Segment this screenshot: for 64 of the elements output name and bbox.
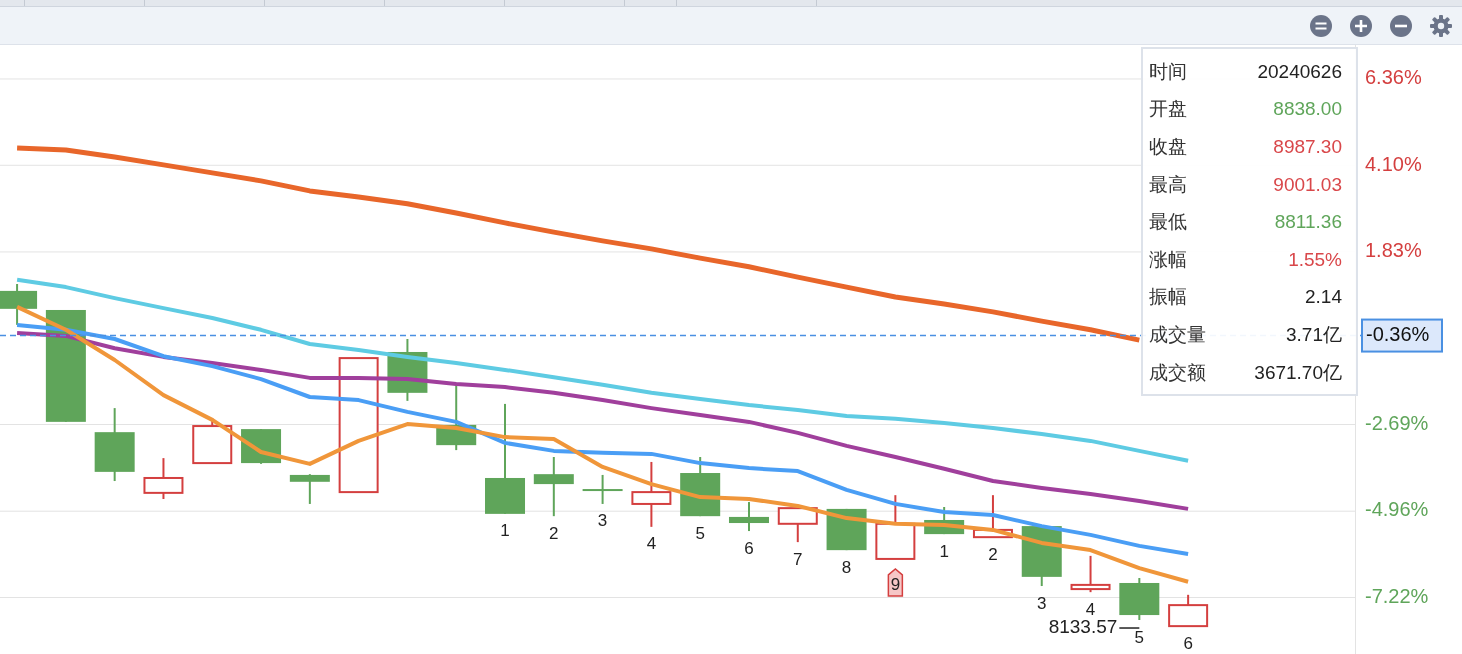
minus-icon[interactable] bbox=[1390, 14, 1412, 37]
tooltip-value: 1.55% bbox=[1287, 248, 1342, 271]
count-label: 5 bbox=[1134, 627, 1145, 647]
candlestick bbox=[631, 460, 672, 528]
candlestick bbox=[875, 494, 916, 560]
axis-label: -2.69% bbox=[1365, 411, 1429, 434]
axis-label: 1.83% bbox=[1365, 239, 1422, 262]
plus-icon[interactable] bbox=[1350, 14, 1372, 37]
count-label: 6 bbox=[1183, 633, 1193, 653]
candlestick bbox=[1119, 577, 1160, 621]
tooltip-value: 3.71亿 bbox=[1285, 322, 1342, 347]
candlestick bbox=[143, 457, 184, 500]
axis-label: -4.96% bbox=[1365, 498, 1429, 521]
settings-icon[interactable] bbox=[1430, 14, 1452, 37]
tooltip-label: 成交额 bbox=[1149, 360, 1206, 385]
candlestick bbox=[387, 338, 428, 402]
count-label: 8 bbox=[841, 557, 852, 577]
tooltip-label: 振幅 bbox=[1149, 285, 1188, 310]
candlestick bbox=[0, 283, 38, 326]
candlestick bbox=[436, 383, 477, 452]
count-label: 2 bbox=[988, 544, 998, 564]
candlestick bbox=[680, 456, 721, 518]
count-label: 7 bbox=[793, 549, 803, 569]
tooltip-value: 8987.30 bbox=[1272, 136, 1342, 158]
count-label: 1 bbox=[500, 521, 510, 541]
candlestick bbox=[729, 501, 769, 533]
tooltip-label: 开盘 bbox=[1149, 97, 1188, 122]
tooltip-value: 2.14 bbox=[1304, 286, 1342, 309]
candlestick bbox=[1070, 554, 1111, 594]
tooltip-value: 20240626 bbox=[1256, 60, 1342, 83]
current-value-label: -0.36% bbox=[1361, 318, 1443, 353]
axis-label: 6.36% bbox=[1365, 66, 1422, 89]
axis-label: -7.22% bbox=[1365, 584, 1429, 607]
count-badge: 9 bbox=[887, 567, 904, 597]
count-label: 3 bbox=[1037, 593, 1047, 613]
tooltip-label: 涨幅 bbox=[1149, 247, 1188, 272]
tooltip-value: 3671.70亿 bbox=[1253, 360, 1342, 385]
candlestick bbox=[289, 473, 330, 505]
tooltip-label: 时间 bbox=[1149, 59, 1188, 84]
tooltip-value: 9001.03 bbox=[1272, 173, 1342, 196]
tooltip-value: 8811.36 bbox=[1273, 211, 1342, 234]
candlestick bbox=[777, 507, 818, 544]
candlestick bbox=[582, 473, 623, 505]
tooltip-label: 最高 bbox=[1149, 172, 1188, 197]
leader-line bbox=[1118, 627, 1141, 629]
count-label: 1 bbox=[939, 541, 949, 561]
tooltip-label: 最低 bbox=[1149, 210, 1188, 235]
tooltip-label: 收盘 bbox=[1149, 135, 1188, 159]
candlestick bbox=[924, 506, 965, 536]
axis-label: 4.10% bbox=[1365, 152, 1422, 175]
candlestick bbox=[1168, 593, 1209, 628]
count-label: 6 bbox=[744, 538, 754, 558]
candlestick bbox=[533, 456, 574, 518]
count-label: 4 bbox=[1085, 599, 1096, 619]
candlestick bbox=[972, 494, 1013, 539]
tooltip-label: 成交量 bbox=[1149, 322, 1206, 347]
count-label: 4 bbox=[646, 534, 657, 554]
count-label: 2 bbox=[549, 523, 559, 543]
tooltip-value: 8838.00 bbox=[1272, 98, 1342, 121]
low-price-label: 8133.57 bbox=[1048, 616, 1118, 638]
equals-icon[interactable] bbox=[1310, 14, 1332, 37]
count-label: 5 bbox=[695, 523, 705, 543]
candlestick bbox=[826, 507, 867, 552]
count-label: 3 bbox=[597, 511, 608, 531]
